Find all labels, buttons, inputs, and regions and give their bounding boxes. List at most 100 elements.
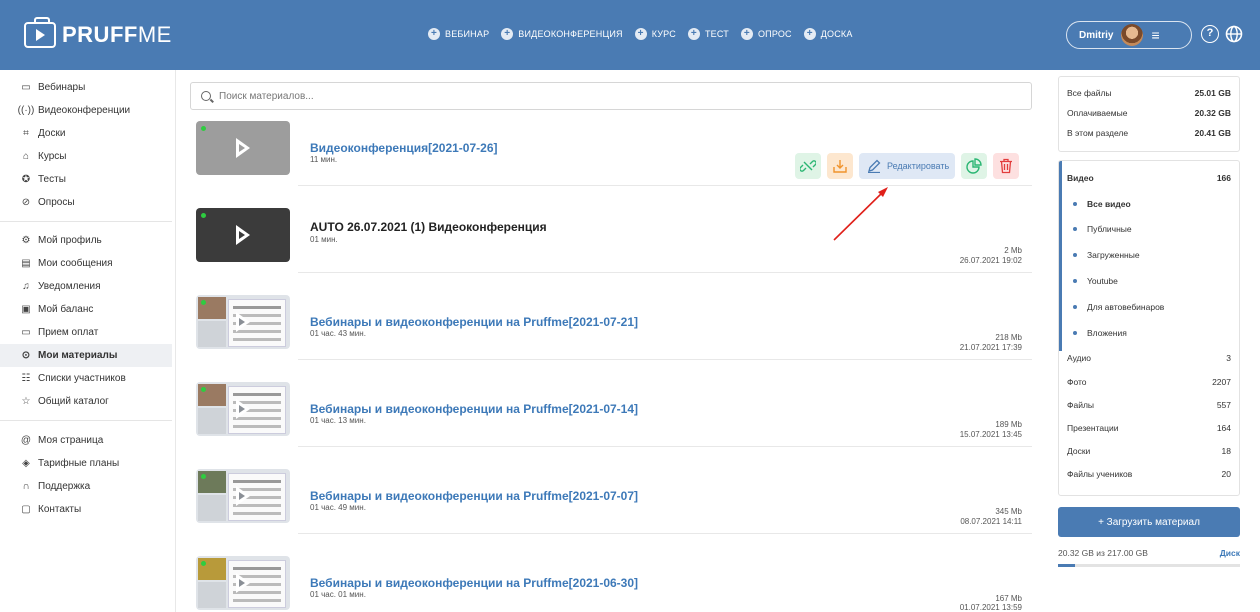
online-dot	[201, 387, 206, 392]
card-icon: ▭	[21, 327, 31, 338]
stats-button[interactable]	[961, 153, 987, 179]
user-menu-button[interactable]: Dmitriy ≡	[1066, 21, 1192, 49]
bullet-icon	[1073, 201, 1077, 206]
play-icon	[234, 311, 252, 333]
unlink-button[interactable]	[795, 153, 821, 179]
unlink-icon	[800, 160, 816, 172]
online-dot	[201, 213, 206, 218]
create-poll-button[interactable]: + ОПРОС	[740, 28, 792, 40]
list-item[interactable]: Вебинары и видеоконференции на Pruffme[2…	[190, 556, 1032, 612]
video-thumbnail[interactable]	[196, 295, 290, 349]
category-files[interactable]: Файлы 557	[1059, 393, 1239, 416]
sidebar-item-tests[interactable]: ✪ Тесты	[0, 168, 172, 191]
list-item[interactable]: Видеоконференция[2021-07-26] 11 мин. Ред…	[190, 121, 1032, 201]
delete-button[interactable]	[993, 153, 1019, 179]
logo-text: PRUFFME	[62, 22, 172, 47]
list-item[interactable]: AUTO 26.07.2021 (1) Видеоконференция 01 …	[190, 208, 1032, 288]
item-actions: Редактировать	[795, 153, 1019, 179]
category-student-files[interactable]: Файлы учеников 20	[1059, 462, 1239, 485]
material-title[interactable]: Вебинары и видеоконференции на Pruffme[2…	[310, 489, 638, 503]
webinar-icon: ▭	[21, 82, 31, 93]
sidebar-item-my-page[interactable]: @ Моя страница	[0, 429, 172, 452]
help-icon[interactable]: ?	[1201, 25, 1219, 43]
sidebar-item-courses[interactable]: ⌂ Курсы	[0, 145, 172, 168]
sidebar-item-videoconferences[interactable]: ((·)) Видеоконференции	[0, 99, 172, 122]
category-audio[interactable]: Аудио 3	[1059, 346, 1239, 370]
category-photo[interactable]: Фото 2207	[1059, 370, 1239, 393]
material-title[interactable]: Видеоконференция[2021-07-26]	[310, 141, 498, 155]
check-circle-icon: ⊘	[21, 197, 31, 208]
play-icon	[234, 137, 252, 159]
material-title[interactable]: Вебинары и видеоконференции на Pruffme[2…	[310, 315, 638, 329]
globe-icon[interactable]	[1225, 25, 1243, 43]
message-icon: ▤	[21, 258, 31, 269]
list-item[interactable]: Вебинары и видеоконференции на Pruffme[2…	[190, 382, 1032, 462]
category-boards[interactable]: Доски 18	[1059, 439, 1239, 462]
sidebar-item-messages[interactable]: ▤ Мои сообщения	[0, 252, 172, 275]
sidebar-item-catalog[interactable]: ☆ Общий каталог	[0, 390, 172, 413]
online-dot	[201, 300, 206, 305]
material-date: 21.07.2021 17:39	[959, 343, 1022, 352]
logo[interactable]: PRUFFME	[24, 17, 172, 49]
material-date: 15.07.2021 13:45	[959, 430, 1022, 439]
sidebar-item-support[interactable]: ∩ Поддержка	[0, 475, 172, 498]
material-title[interactable]: Вебинары и видеоконференции на Pruffme[2…	[310, 402, 638, 416]
category-presentations[interactable]: Презентации 164	[1059, 416, 1239, 439]
material-date: 08.07.2021 14:11	[960, 517, 1022, 526]
sidebar-item-boards[interactable]: ⌗ Доски	[0, 122, 172, 145]
sidebar-item-notifications[interactable]: ♫ Уведомления	[0, 275, 172, 298]
bell-icon: ♫	[22, 281, 30, 292]
list-item[interactable]: Вебинары и видеоконференции на Pruffme[2…	[190, 469, 1032, 549]
create-test-button[interactable]: + ТЕСТ	[687, 28, 729, 40]
play-icon	[234, 224, 252, 246]
plus-icon: +	[687, 28, 700, 40]
material-duration: 01 час. 49 мин.	[310, 503, 366, 512]
search-input[interactable]: Поиск материалов...	[190, 82, 1032, 110]
subcategory-all-videos[interactable]: Все видео	[1059, 191, 1239, 216]
disk-link[interactable]: Диск	[1220, 548, 1240, 558]
sidebar-item-profile[interactable]: ⚙ Мой профиль	[0, 229, 172, 252]
divider	[298, 185, 1032, 186]
material-title[interactable]: Вебинары и видеоконференции на Pruffme[2…	[310, 576, 638, 590]
subcategory-public[interactable]: Публичные	[1059, 216, 1239, 242]
material-title[interactable]: AUTO 26.07.2021 (1) Видеоконференция	[310, 220, 547, 234]
hamburger-icon: ≡	[1151, 27, 1160, 43]
list-item[interactable]: Вебинары и видеоконференции на Pruffme[2…	[190, 295, 1032, 375]
sidebar-item-balance[interactable]: ▣ Мой баланс	[0, 298, 172, 321]
bullet-icon	[1073, 279, 1077, 283]
chat-panel-image	[198, 408, 226, 434]
create-board-button[interactable]: + ДОСКА	[803, 28, 853, 40]
contacts-icon: ▢	[21, 504, 31, 515]
sidebar-item-participants[interactable]: ☷ Списки участников	[0, 367, 172, 390]
video-thumbnail[interactable]	[196, 469, 290, 523]
disk-usage-fill	[1058, 564, 1076, 567]
video-thumbnail[interactable]	[196, 121, 290, 175]
upload-material-button[interactable]: + Загрузить материал	[1058, 507, 1240, 537]
sidebar-item-polls[interactable]: ⊘ Опросы	[0, 191, 172, 214]
edit-button[interactable]: Редактировать	[859, 153, 955, 179]
avatar	[1121, 24, 1144, 46]
video-thumbnail[interactable]	[196, 382, 290, 436]
video-thumbnail[interactable]	[196, 556, 290, 610]
video-thumbnail[interactable]	[196, 208, 290, 262]
create-webinar-button[interactable]: + ВЕБИНАР	[428, 28, 489, 40]
subcategory-autowebinars[interactable]: Для автовебинаров	[1059, 294, 1239, 320]
top-bar: PRUFFME + ВЕБИНАР + ВИДЕОКОНФЕРЕНЦИЯ + КУРС…	[0, 0, 1260, 70]
material-duration: 01 час. 01 мин.	[310, 590, 366, 599]
sidebar-item-payments[interactable]: ▭ Прием оплат	[0, 321, 172, 344]
subcategory-youtube[interactable]: Youtube	[1059, 268, 1239, 294]
sidebar-item-contacts[interactable]: ▢ Контакты	[0, 498, 172, 521]
at-icon: @	[20, 435, 32, 446]
create-course-button[interactable]: + КУРС	[634, 28, 676, 40]
category-video[interactable]: Видео 166	[1059, 165, 1239, 191]
sidebar-item-webinars[interactable]: ▭ Вебинары	[0, 76, 172, 99]
sidebar-item-plans[interactable]: ◈ Тарифные планы	[0, 452, 172, 475]
subcategory-uploaded[interactable]: Загруженные	[1059, 242, 1239, 268]
online-dot	[201, 126, 206, 131]
sidebar-item-materials[interactable]: ⊙ Мои материалы	[0, 344, 172, 367]
create-videoconference-button[interactable]: + ВИДЕОКОНФЕРЕНЦИЯ	[501, 28, 622, 40]
play-icon	[234, 398, 252, 420]
download-button[interactable]	[827, 153, 853, 179]
subcategory-attachments[interactable]: Вложения	[1059, 320, 1239, 346]
play-circle-icon: ⊙	[21, 350, 31, 361]
